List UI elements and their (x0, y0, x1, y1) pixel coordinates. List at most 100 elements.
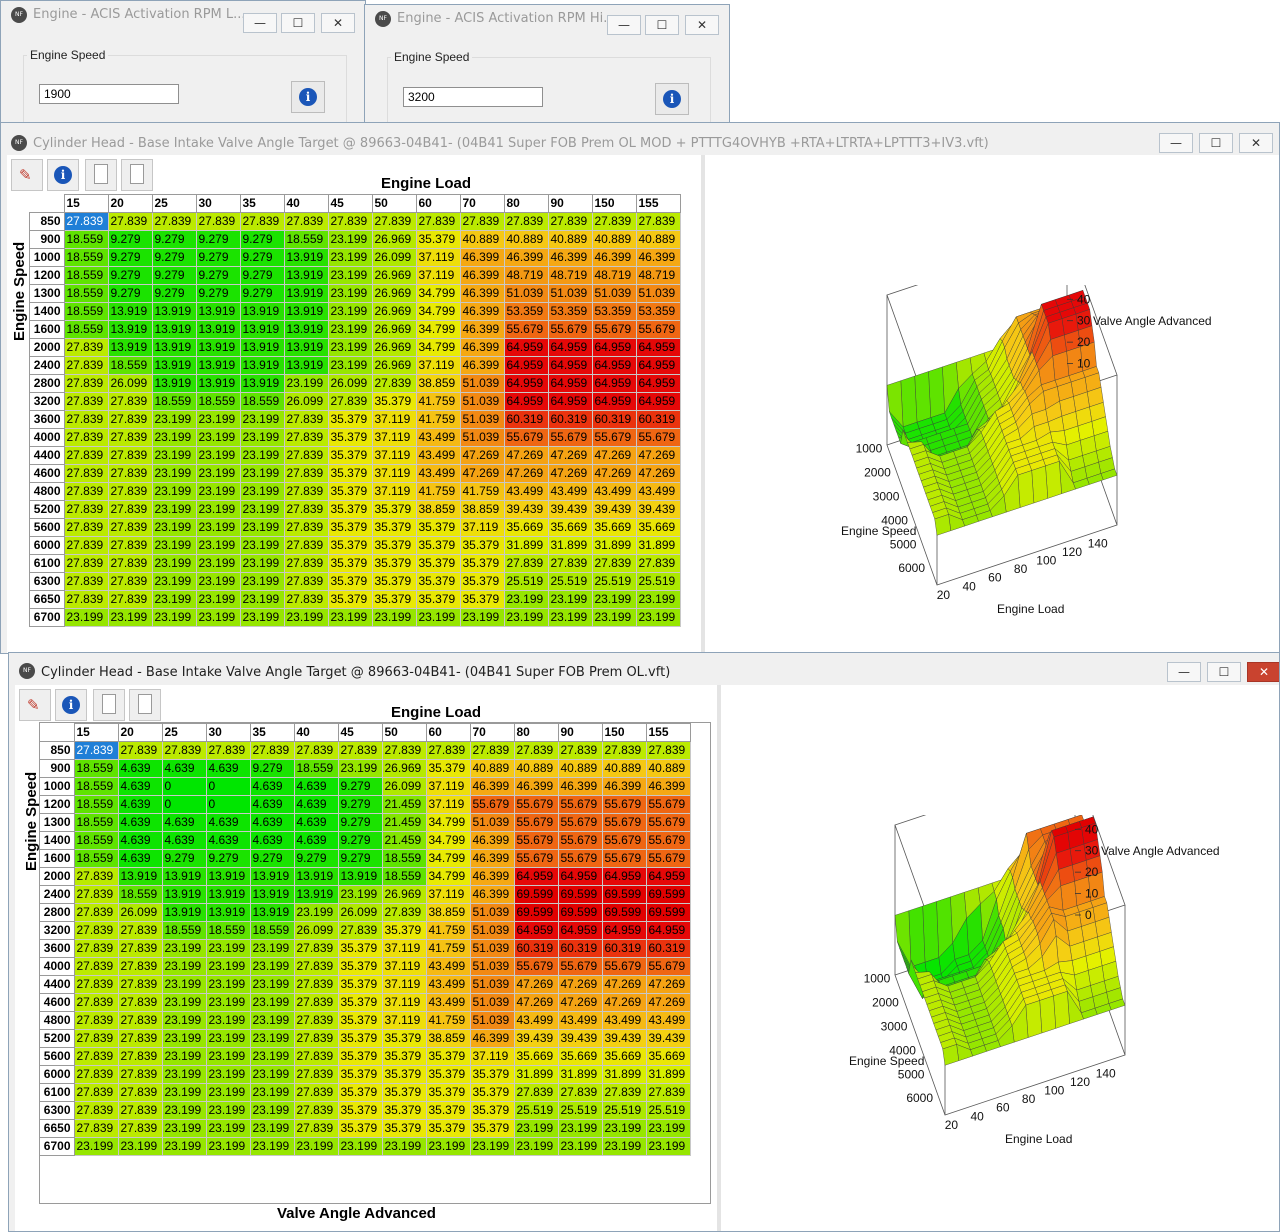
map-cell[interactable]: 23.199 (151, 500, 197, 519)
map-cell[interactable]: 41.759 (415, 410, 461, 429)
map-cell[interactable]: 64.959 (635, 374, 681, 393)
map-cell[interactable]: 18.559 (381, 867, 427, 886)
map-cell[interactable]: 27.839 (293, 1011, 339, 1030)
map-cell[interactable]: 27.839 (293, 1119, 339, 1138)
map-cell[interactable]: 31.899 (645, 1065, 691, 1084)
map-cell[interactable]: 41.759 (425, 1011, 471, 1030)
minimize-button[interactable]: — (1159, 133, 1193, 153)
map-cell[interactable]: 69.599 (601, 885, 647, 904)
map-cell[interactable]: 35.379 (327, 464, 373, 483)
map-cell[interactable]: 23.199 (239, 554, 285, 573)
map-cell[interactable]: 23.199 (337, 885, 383, 904)
map-cell[interactable]: 13.919 (283, 266, 329, 285)
map-cell[interactable]: 9.279 (161, 849, 207, 868)
map-cell[interactable]: 13.919 (195, 302, 241, 321)
map-cell[interactable]: 23.199 (239, 428, 285, 447)
map-cell[interactable]: 23.199 (327, 338, 373, 357)
map-cell[interactable]: 23.199 (327, 284, 373, 303)
map-cell[interactable]: 69.599 (513, 903, 559, 922)
map-cell[interactable]: 13.919 (293, 885, 339, 904)
map-cell[interactable]: 9.279 (151, 230, 197, 249)
map-cell[interactable]: 27.839 (283, 428, 329, 447)
minimize-button[interactable]: — (1167, 662, 1201, 682)
map-cell[interactable]: 37.119 (425, 885, 471, 904)
map-cell[interactable]: 35.379 (381, 1047, 427, 1066)
map-cell[interactable]: 4.639 (205, 813, 251, 832)
map-cell[interactable]: 23.199 (249, 1029, 295, 1048)
map-cell[interactable]: 40.889 (601, 759, 647, 778)
map-cell[interactable]: 27.839 (107, 212, 153, 231)
map-cell[interactable]: 27.839 (63, 374, 109, 393)
map-cell[interactable]: 35.379 (371, 554, 417, 573)
map-cell[interactable]: 13.919 (249, 885, 295, 904)
map-cell[interactable]: 35.379 (337, 1065, 383, 1084)
map-cell[interactable]: 64.959 (513, 921, 559, 940)
map-cell[interactable]: 43.499 (547, 482, 593, 501)
map-cell[interactable]: 18.559 (381, 849, 427, 868)
map-cell[interactable]: 13.919 (151, 302, 197, 321)
map-cell[interactable]: 46.399 (469, 1029, 515, 1048)
map-cell[interactable]: 55.679 (513, 795, 559, 814)
map-cell[interactable]: 13.919 (239, 374, 285, 393)
map-cell[interactable]: 40.889 (503, 230, 549, 249)
map-cell[interactable]: 35.379 (415, 518, 461, 537)
map-cell[interactable]: 18.559 (63, 266, 109, 285)
map-cell[interactable]: 51.039 (459, 374, 505, 393)
map-cell[interactable]: 55.679 (591, 320, 637, 339)
map-cell[interactable]: 23.199 (239, 500, 285, 519)
map-cell[interactable]: 18.559 (63, 248, 109, 267)
map-cell[interactable]: 23.199 (249, 1119, 295, 1138)
map-cell[interactable]: 31.899 (513, 1065, 559, 1084)
map-cell[interactable]: 23.199 (337, 1137, 383, 1156)
map-cell[interactable]: 55.679 (601, 813, 647, 832)
map-cell[interactable]: 41.759 (415, 392, 461, 411)
map-cell[interactable]: 31.899 (635, 536, 681, 555)
map-cell[interactable]: 9.279 (239, 266, 285, 285)
map-cell[interactable]: 27.839 (63, 590, 109, 609)
map-cell[interactable]: 18.559 (73, 813, 119, 832)
map-cell[interactable]: 51.039 (469, 993, 515, 1012)
map-cell[interactable]: 27.839 (381, 741, 427, 760)
map-cell[interactable]: 27.839 (73, 867, 119, 886)
map-cell[interactable]: 23.199 (415, 608, 461, 627)
map-cell[interactable]: 38.859 (425, 903, 471, 922)
map-cell[interactable]: 23.199 (195, 572, 241, 591)
map-cell[interactable]: 13.919 (151, 356, 197, 375)
map-cell[interactable]: 40.889 (591, 230, 637, 249)
info-button[interactable]: i (291, 81, 325, 113)
map-cell[interactable]: 27.839 (513, 1083, 559, 1102)
map-cell[interactable]: 0 (161, 795, 207, 814)
map-cell[interactable]: 23.199 (249, 939, 295, 958)
map-cell[interactable]: 23.199 (195, 536, 241, 555)
map-cell[interactable]: 64.959 (503, 338, 549, 357)
map-cell[interactable]: 48.719 (591, 266, 637, 285)
map-cell[interactable]: 60.319 (547, 410, 593, 429)
map-cell[interactable]: 64.959 (557, 921, 603, 940)
map-cell[interactable]: 23.199 (195, 410, 241, 429)
map-cell[interactable]: 23.199 (249, 1065, 295, 1084)
map-cell[interactable]: 4.639 (161, 831, 207, 850)
map-cell[interactable]: 35.379 (337, 957, 383, 976)
map-cell[interactable]: 46.399 (459, 338, 505, 357)
map-cell[interactable]: 23.199 (239, 464, 285, 483)
map-cell[interactable]: 27.839 (63, 212, 109, 231)
map-cell[interactable]: 13.919 (205, 867, 251, 886)
map-cell[interactable]: 27.839 (107, 518, 153, 537)
engine-speed-input[interactable]: 1900 (39, 84, 179, 104)
map-cell[interactable]: 23.199 (327, 608, 373, 627)
map-cell[interactable]: 23.199 (195, 482, 241, 501)
map-cell[interactable]: 27.839 (503, 554, 549, 573)
map-cell[interactable]: 35.379 (469, 1083, 515, 1102)
map-cell[interactable]: 27.839 (107, 590, 153, 609)
map-cell[interactable]: 38.859 (459, 500, 505, 519)
map-cell[interactable]: 27.839 (117, 1083, 163, 1102)
map-cell[interactable]: 26.969 (371, 266, 417, 285)
map-cell[interactable]: 35.379 (327, 428, 373, 447)
map-cell[interactable]: 27.839 (107, 500, 153, 519)
map-cell[interactable]: 9.279 (107, 248, 153, 267)
map-cell[interactable]: 23.199 (161, 1047, 207, 1066)
map-cell[interactable]: 27.839 (283, 518, 329, 537)
map-cell[interactable]: 4.639 (293, 813, 339, 832)
map-cell[interactable]: 60.319 (591, 410, 637, 429)
map-cell[interactable]: 23.199 (547, 608, 593, 627)
